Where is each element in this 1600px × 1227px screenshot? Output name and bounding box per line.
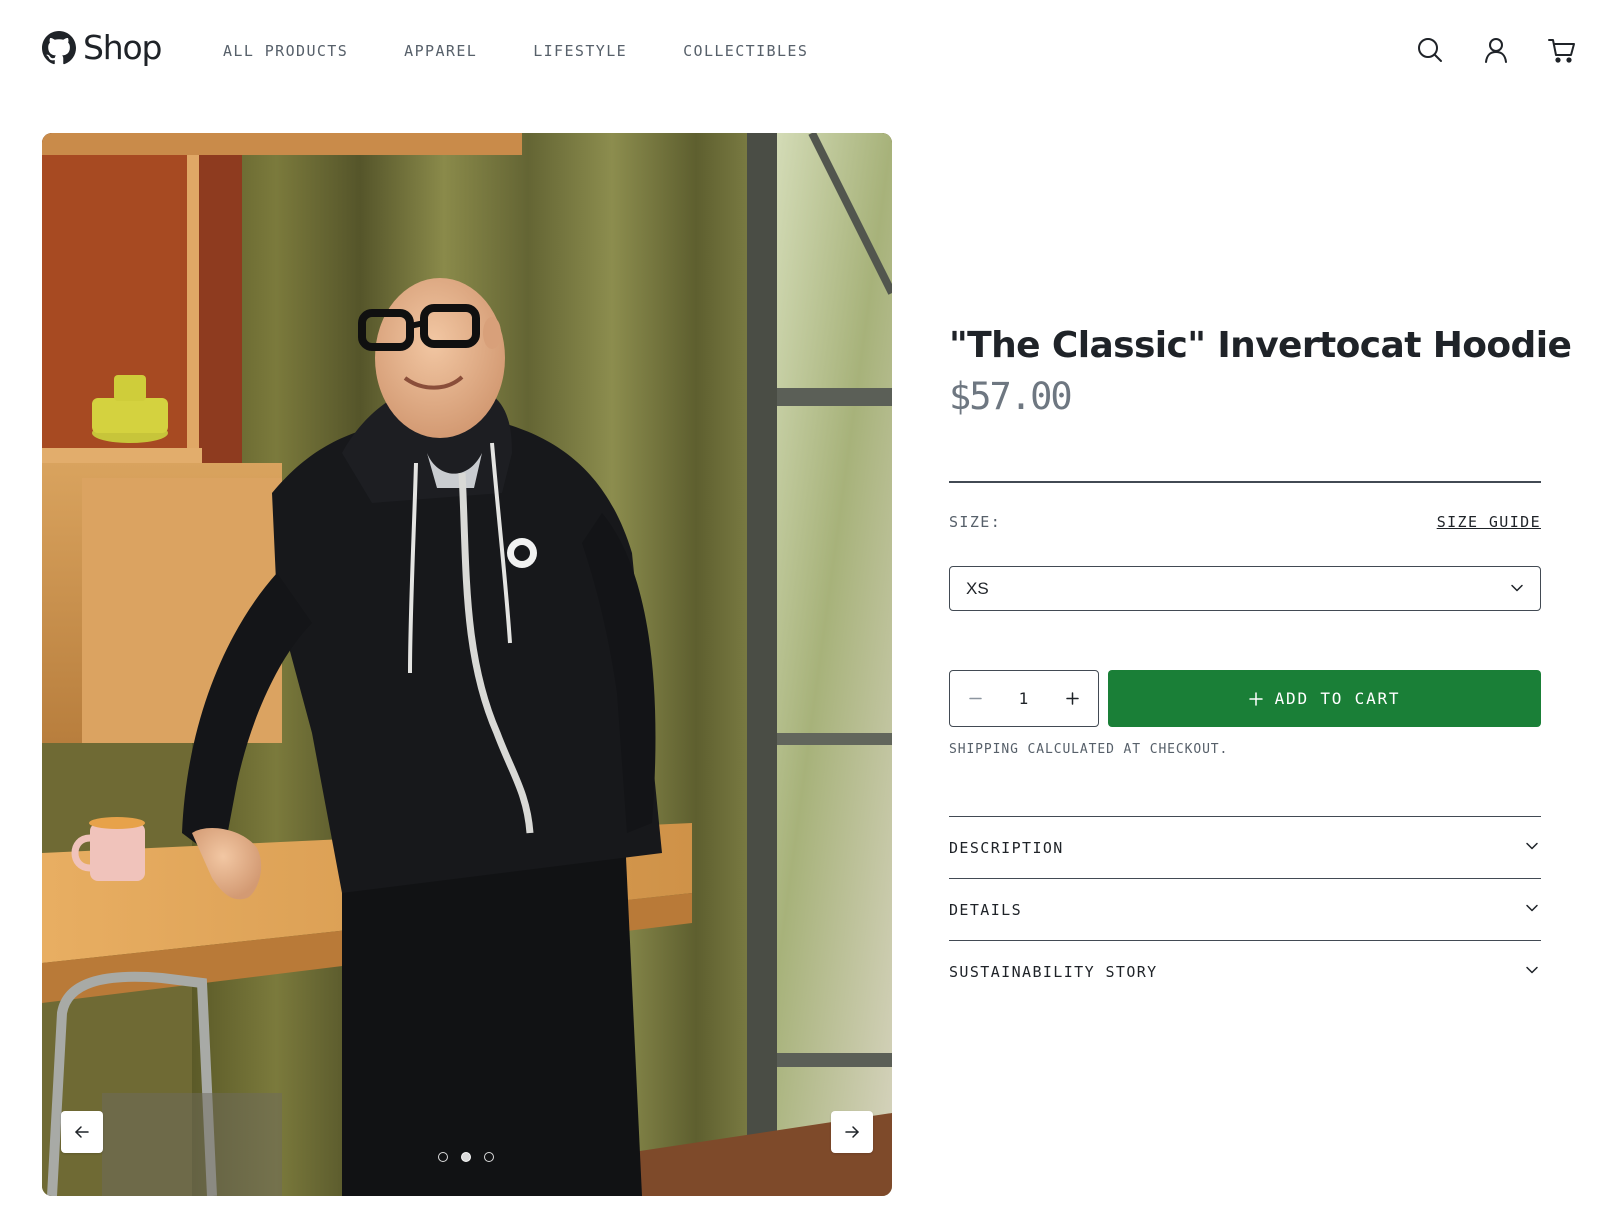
accordion-label: DETAILS: [949, 901, 1023, 919]
chevron-down-icon: [1526, 842, 1538, 850]
chevron-down-icon: [1526, 966, 1538, 974]
arrow-left-icon: [75, 1126, 89, 1138]
size-selected-value: XS: [966, 578, 989, 598]
quantity-increase-button[interactable]: [1047, 671, 1097, 726]
accordion-label: SUSTAINABILITY STORY: [949, 963, 1158, 981]
chevron-down-icon: [1526, 904, 1538, 912]
accordion-details[interactable]: DETAILS: [949, 878, 1541, 940]
gallery-prev-button[interactable]: [61, 1111, 103, 1153]
quantity-value[interactable]: 1: [1000, 689, 1047, 708]
accordion-description[interactable]: DESCRIPTION: [949, 816, 1541, 878]
minus-icon: [968, 697, 982, 700]
github-logo-icon: [42, 31, 76, 65]
gallery-dot-active[interactable]: [461, 1152, 471, 1162]
logo-text: Shop: [83, 28, 162, 67]
accordion-label: DESCRIPTION: [949, 839, 1064, 857]
add-to-cart-button[interactable]: ADD TO CART: [1108, 670, 1541, 727]
product-title: "The Classic" Invertocat Hoodie: [949, 325, 1572, 366]
plus-icon: [1248, 691, 1263, 706]
gallery-dot[interactable]: [484, 1152, 494, 1162]
gallery-pagination: [438, 1152, 494, 1162]
plus-icon: [1065, 692, 1079, 705]
product-accordion: DESCRIPTION DETAILS SUSTAINABILITY STORY: [949, 816, 1541, 1002]
shop-logo[interactable]: Shop: [42, 28, 162, 67]
nav-collectibles[interactable]: COLLECTIBLES: [683, 42, 808, 60]
nav-all-products[interactable]: ALL PRODUCTS: [223, 42, 348, 60]
size-select[interactable]: XS: [949, 566, 1541, 611]
arrow-right-icon: [845, 1126, 859, 1138]
product-image-gallery: [42, 133, 892, 1196]
main-nav: ALL PRODUCTS APPAREL LIFESTYLE COLLECTIB…: [223, 42, 808, 60]
size-label: SIZE:: [949, 513, 1002, 531]
account-icon[interactable]: [1482, 36, 1510, 64]
nav-apparel[interactable]: APPAREL: [404, 42, 477, 60]
nav-lifestyle[interactable]: LIFESTYLE: [533, 42, 627, 60]
gallery-dot[interactable]: [438, 1152, 448, 1162]
product-price: $57.00: [949, 375, 1073, 418]
divider: [949, 481, 1541, 483]
quantity-decrease-button[interactable]: [950, 671, 1000, 726]
product-photo: [42, 133, 892, 1196]
gallery-next-button[interactable]: [831, 1111, 873, 1153]
chevron-down-icon: [1511, 584, 1523, 592]
size-guide-link[interactable]: SIZE GUIDE: [1437, 513, 1541, 531]
add-to-cart-label: ADD TO CART: [1274, 689, 1401, 708]
quantity-stepper: 1: [949, 670, 1099, 727]
site-header: Shop ALL PRODUCTS APPAREL LIFESTYLE COLL…: [0, 0, 1600, 100]
search-icon[interactable]: [1416, 36, 1444, 64]
accordion-sustainability-story[interactable]: SUSTAINABILITY STORY: [949, 940, 1541, 1002]
shipping-note: SHIPPING CALCULATED AT CHECKOUT.: [949, 742, 1229, 757]
cart-icon[interactable]: [1548, 36, 1576, 64]
